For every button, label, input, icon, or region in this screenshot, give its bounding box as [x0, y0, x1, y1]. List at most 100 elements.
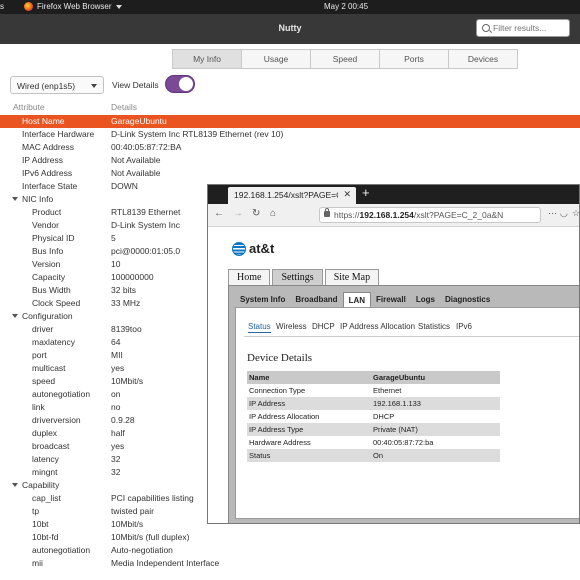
tab-usage[interactable]: Usage: [241, 49, 311, 69]
tree-value: Auto-negotiation: [111, 545, 173, 555]
more-icon[interactable]: ⋯: [548, 208, 557, 219]
tree-row[interactable]: autonegotiation Auto-negotiation: [0, 544, 580, 557]
tab-settings[interactable]: Settings: [272, 269, 323, 285]
settings-frame: System Info Broadband LAN Firewall Logs …: [228, 285, 579, 523]
lan-link-ip-allocation[interactable]: IP Address Allocation: [340, 322, 415, 331]
column-header-attribute[interactable]: Attribute: [13, 102, 45, 112]
tree-attribute: IPv6 Address: [22, 168, 73, 178]
tree-attribute: Physical ID: [32, 233, 75, 243]
browser-tab[interactable]: 192.168.1.254/xslt?PAGE=C ✕: [228, 187, 356, 204]
url-bar[interactable]: https://192.168.1.254/xslt?PAGE=C_2_0a&N: [319, 207, 541, 223]
home-icon[interactable]: ⌂: [270, 208, 276, 219]
view-details-toggle[interactable]: [165, 75, 195, 93]
expander-arrow-icon[interactable]: [12, 197, 18, 201]
activities-button[interactable]: s: [0, 2, 4, 11]
detail-label: Hardware Address: [249, 438, 311, 447]
subtab-diagnostics[interactable]: Diagnostics: [440, 292, 495, 307]
tree-value: 5: [111, 233, 116, 243]
tab-ports[interactable]: Ports: [379, 49, 449, 69]
interface-select[interactable]: Wired (enp1s5): [10, 76, 104, 94]
device-details-table: Name GarageUbuntu Connection Type Ethernet I…: [247, 371, 500, 462]
tree-value: MII: [111, 350, 123, 360]
tree-attribute: driverversion: [32, 415, 81, 425]
lan-link-wireless[interactable]: Wireless: [276, 322, 307, 331]
tree-row[interactable]: IPv6 Address Not Available: [0, 167, 580, 180]
lan-link-status[interactable]: Status: [248, 322, 271, 333]
tab-my-info[interactable]: My Info: [172, 49, 242, 69]
tab-devices[interactable]: Devices: [448, 49, 518, 69]
filter-input[interactable]: [493, 22, 567, 34]
tree-attribute: link: [32, 402, 45, 412]
chevron-down-icon: [115, 4, 122, 9]
detail-value: 00:40:05:87:72:ba: [373, 438, 434, 447]
expander-arrow-icon[interactable]: [12, 314, 18, 318]
tab-home[interactable]: Home: [228, 269, 271, 285]
tree-attribute: Vendor: [32, 220, 59, 230]
tree-attribute: 10bt: [32, 519, 49, 529]
tree-attribute: Bus Width: [32, 285, 71, 295]
tab-site-map[interactable]: Site Map: [324, 269, 380, 285]
subtab-broadband[interactable]: Broadband: [290, 292, 342, 307]
clock[interactable]: May 2 00:45: [324, 2, 368, 11]
tree-value: twisted pair: [111, 506, 154, 516]
filter-box[interactable]: [476, 19, 570, 37]
tree-value: 8139too: [111, 324, 142, 334]
tree-row[interactable]: IP Address Not Available: [0, 154, 580, 167]
tree-row[interactable]: Host Name GarageUbuntu: [0, 115, 580, 128]
pocket-icon[interactable]: ◡: [560, 208, 568, 219]
detail-value: Private (NAT): [371, 423, 500, 436]
new-tab-button[interactable]: +: [362, 185, 370, 200]
app-menu[interactable]: Firefox Web Browser: [24, 2, 122, 11]
device-details-row: Hardware Address 00:40:05:87:72:ba: [247, 436, 500, 449]
tree-attribute: Interface State: [22, 181, 78, 191]
subtab-system-info[interactable]: System Info: [235, 292, 290, 307]
tree-value: yes: [111, 363, 125, 373]
tree-attribute: NIC Info: [22, 194, 54, 204]
tree-value: yes: [111, 441, 125, 451]
settings-sub-tabs: System Info Broadband LAN Firewall Logs …: [235, 292, 495, 308]
tree-row[interactable]: MAC Address 00:40:05:87:72:BA: [0, 141, 580, 154]
detail-label: Status: [247, 449, 371, 462]
close-tab-icon[interactable]: ✕: [343, 189, 351, 200]
tree-value: 32 bits: [111, 285, 137, 295]
lan-link-dhcp[interactable]: DHCP: [312, 322, 335, 331]
tree-attribute: IP Address: [22, 155, 63, 165]
tree-row[interactable]: 10bt-fd 10Mbit/s (full duplex): [0, 531, 580, 544]
system-top-bar: s Firefox Web Browser May 2 00:45: [0, 0, 580, 14]
tree-value: D-Link System Inc RTL8139 Ethernet (rev …: [111, 129, 284, 139]
lan-link-statistics[interactable]: Statistics: [418, 322, 450, 331]
tree-row[interactable]: Interface Hardware D-Link System Inc RTL8…: [0, 128, 580, 141]
tab-speed[interactable]: Speed: [310, 49, 380, 69]
tree-value: 64: [111, 337, 121, 347]
subtab-logs[interactable]: Logs: [411, 292, 440, 307]
tree-attribute: latency: [32, 454, 59, 464]
browser-tab-title: 192.168.1.254/xslt?PAGE=C: [234, 190, 338, 200]
subtab-lan[interactable]: LAN: [342, 292, 372, 308]
column-header-details[interactable]: Details: [111, 102, 137, 112]
tree-attribute: autonegotiation: [32, 389, 91, 399]
tree-attribute: MAC Address: [22, 142, 74, 152]
interface-select-value: Wired (enp1s5): [17, 81, 76, 91]
forward-icon[interactable]: →: [233, 208, 243, 219]
subtab-firewall[interactable]: Firewall: [371, 292, 411, 307]
tree-value: 32: [111, 454, 121, 464]
search-icon: [482, 24, 490, 32]
tree-attribute: Bus Info: [32, 246, 64, 256]
lan-link-ipv6[interactable]: IPv6: [456, 322, 472, 331]
detail-value: 192.168.1.133: [371, 397, 500, 410]
reload-icon[interactable]: ↻: [252, 208, 260, 219]
back-icon[interactable]: ←: [214, 208, 224, 219]
firefox-window: 192.168.1.254/xslt?PAGE=C ✕ + ← → ↻ ⌂ ht…: [207, 184, 580, 524]
device-details-row: Connection Type Ethernet: [247, 384, 500, 397]
tree-value: 10: [111, 259, 121, 269]
tree-value: DOWN: [111, 181, 138, 191]
main-tabs: My Info Usage Speed Ports Devices: [172, 49, 518, 69]
expander-arrow-icon[interactable]: [12, 483, 18, 487]
device-details-row: IP Address 192.168.1.133: [247, 397, 500, 410]
tree-value: half: [111, 428, 125, 438]
browser-tab-bar: 192.168.1.254/xslt?PAGE=C ✕ +: [208, 185, 579, 204]
tree-value: Not Available: [111, 155, 161, 165]
dropdown-arrow-icon: [91, 84, 97, 88]
bookmark-icon[interactable]: ☆: [572, 208, 579, 219]
tree-row[interactable]: mii Media Independent Interface: [0, 557, 580, 570]
